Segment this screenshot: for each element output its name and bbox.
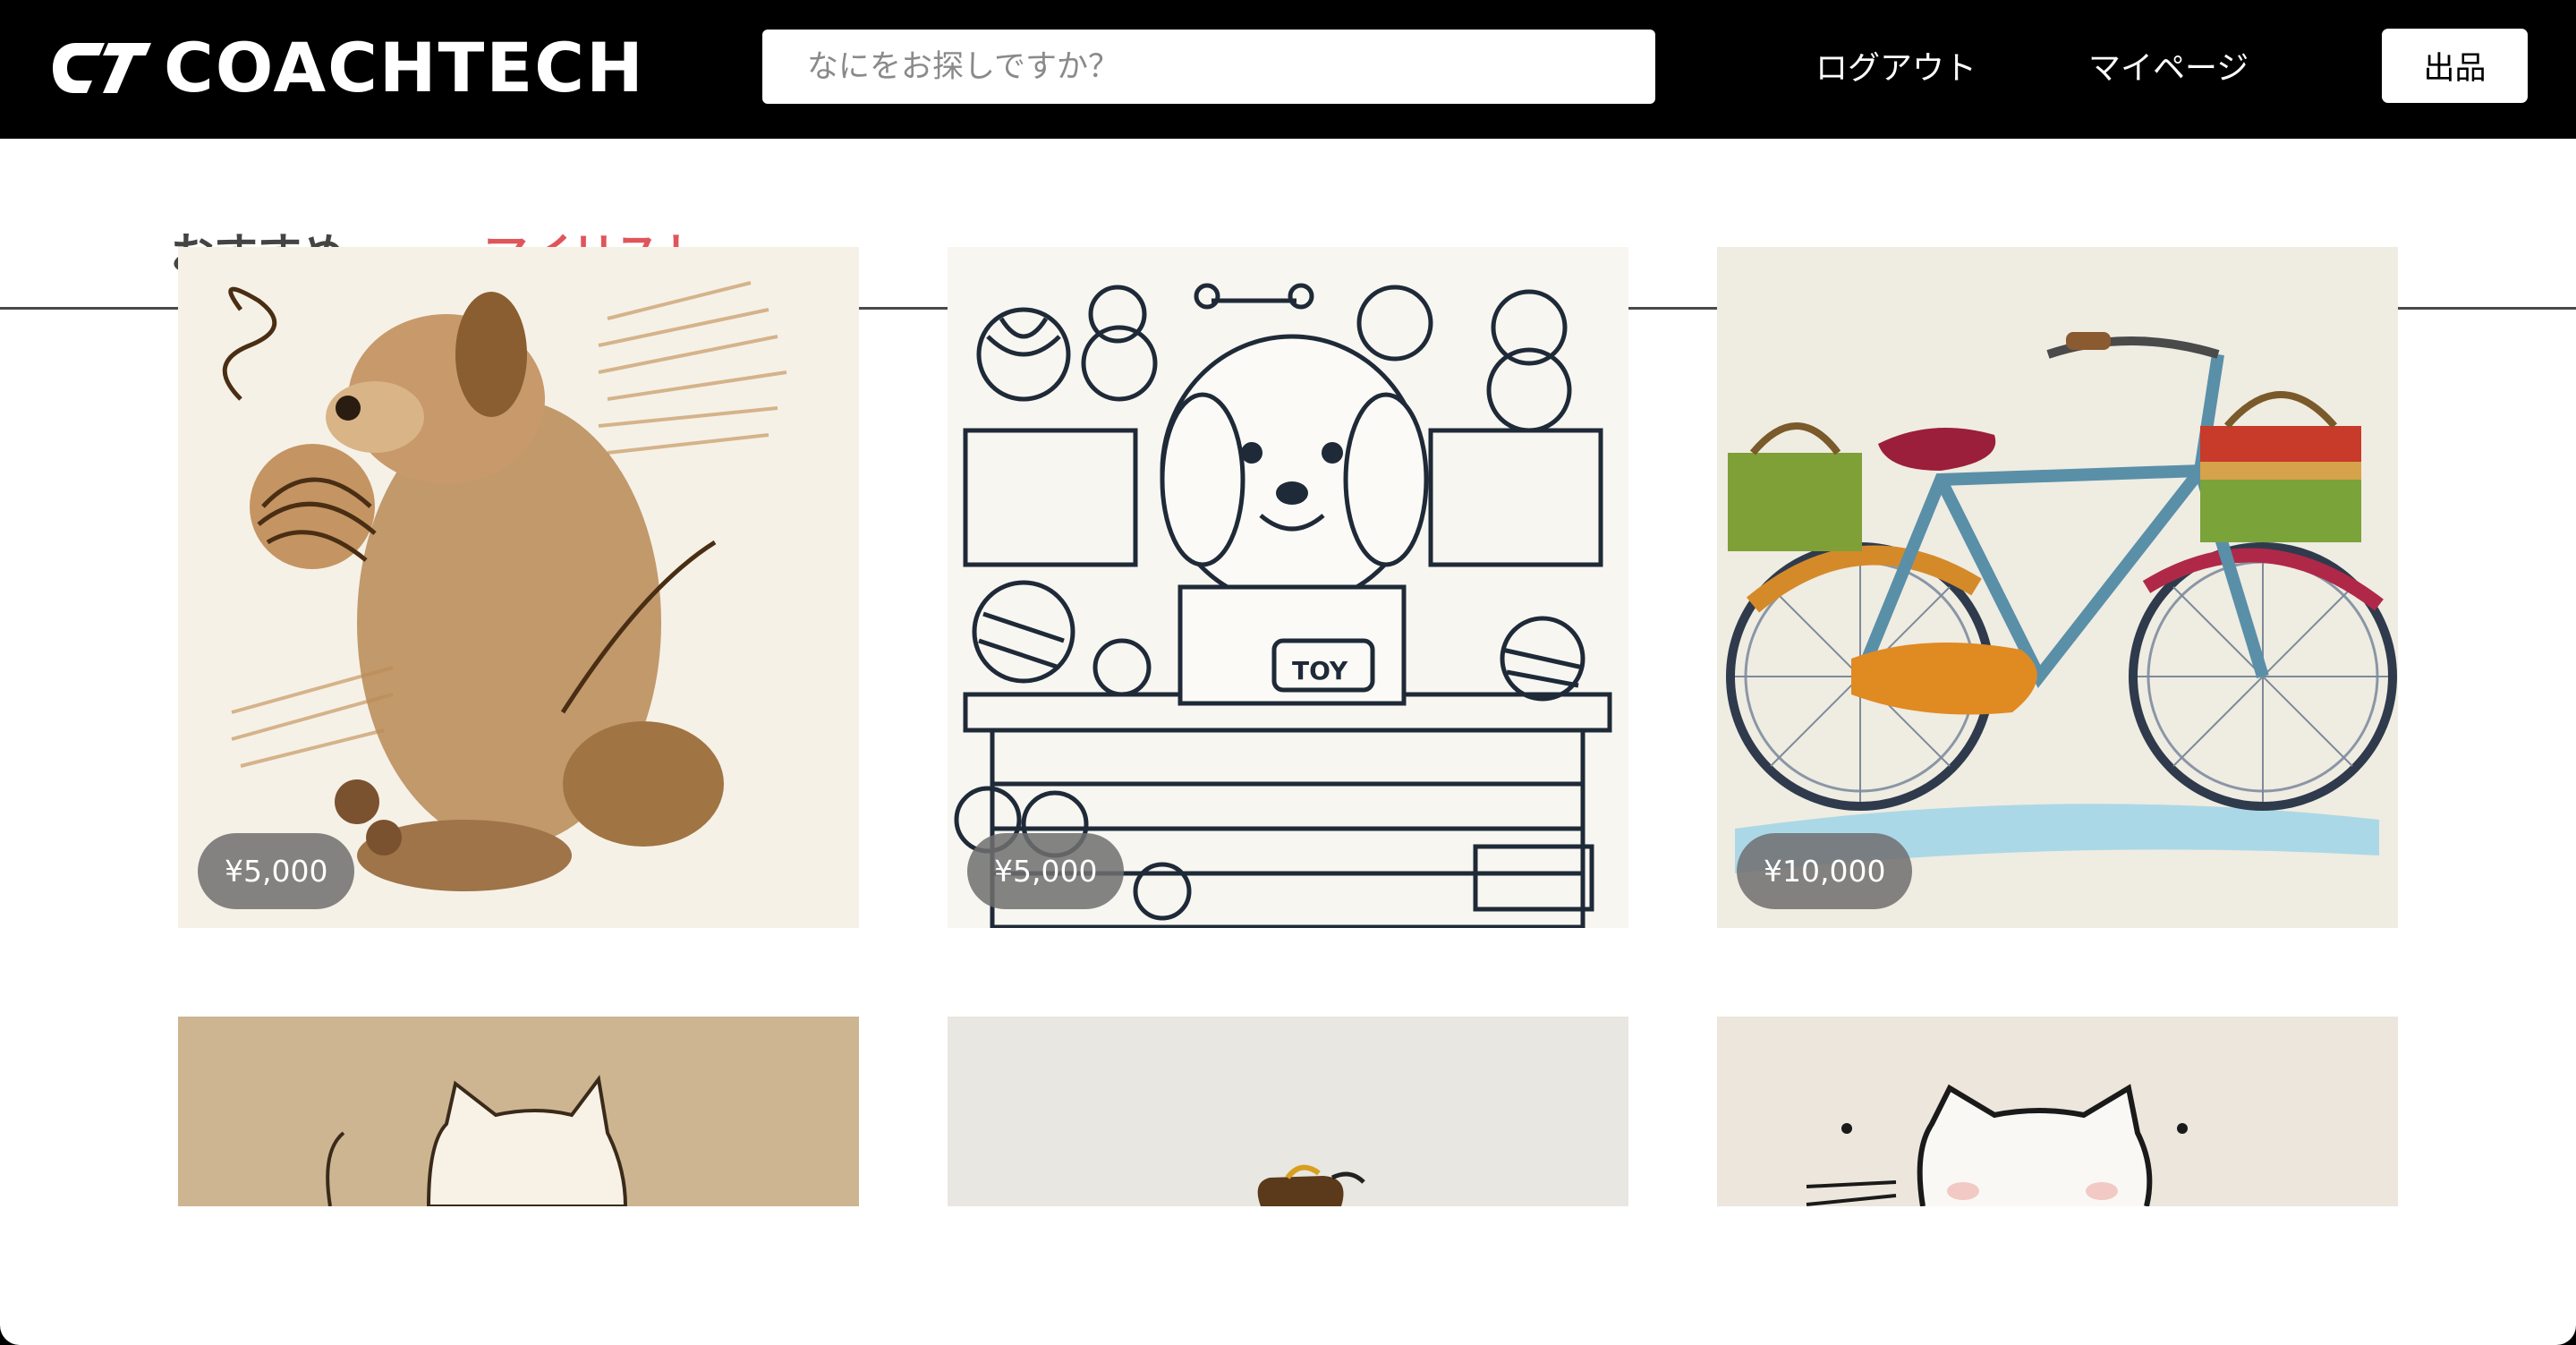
logout-link[interactable]: ログアウト xyxy=(1815,47,1977,91)
cat-face-image xyxy=(1717,1017,2398,1206)
product-card[interactable]: ¥10,000 xyxy=(1717,247,2398,928)
dog-toy-shop-image: TOY xyxy=(948,247,1628,928)
product-card[interactable]: TOY ¥5,000 xyxy=(948,247,1628,928)
mypage-link[interactable]: マイページ xyxy=(2088,47,2249,91)
search-input[interactable] xyxy=(762,30,1655,104)
dog-with-yarn-image xyxy=(178,247,859,928)
sell-button[interactable]: 出品 xyxy=(2382,29,2528,103)
product-card[interactable]: ¥5,000 xyxy=(178,247,859,928)
svg-text:TOY: TOY xyxy=(1292,656,1348,685)
price-badge: ¥5,000 xyxy=(967,833,1125,909)
price-badge: ¥5,000 xyxy=(198,833,355,909)
ct-logo-icon xyxy=(53,43,151,93)
product-card[interactable] xyxy=(948,1017,1628,1206)
product-card[interactable] xyxy=(1717,1017,2398,1206)
price-badge: ¥10,000 xyxy=(1737,833,1913,909)
cat-image xyxy=(178,1017,859,1206)
bicycle-image xyxy=(1717,247,2398,928)
coachtech-logo[interactable]: COACHTECH xyxy=(49,34,645,102)
leash-image xyxy=(948,1017,1628,1206)
logo-wordmark: COACHTECH xyxy=(164,28,645,107)
app-header: COACHTECH ログアウト マイページ 出品 xyxy=(0,0,2576,139)
product-card[interactable] xyxy=(178,1017,859,1206)
